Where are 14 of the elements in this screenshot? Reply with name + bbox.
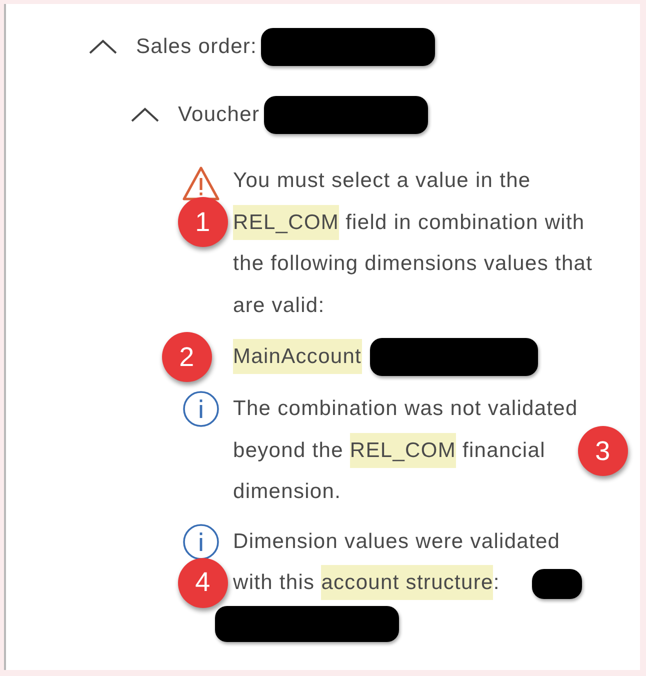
chevron-up-icon[interactable] [88, 39, 118, 55]
number-badge: 3 [578, 426, 628, 476]
chevron-up-icon[interactable] [130, 107, 160, 123]
number-badge: 4 [178, 558, 228, 608]
info-icon [182, 522, 220, 560]
warning-icon [182, 166, 220, 201]
number-badge: 2 [162, 332, 212, 382]
message-text: Dimension values were validated with this account structure: [233, 520, 595, 604]
number-badge: 1 [178, 197, 228, 247]
message-text: You must select a value in the REL_COM field in combination with the following dimensions values that are valid: [233, 168, 594, 318]
message-text: The combination was not validated beyond the REL_COM financial dimension. [233, 396, 579, 505]
info-icon [182, 390, 220, 428]
tree-label: Sales order: [136, 35, 258, 59]
tree-label: Voucher [178, 103, 260, 127]
